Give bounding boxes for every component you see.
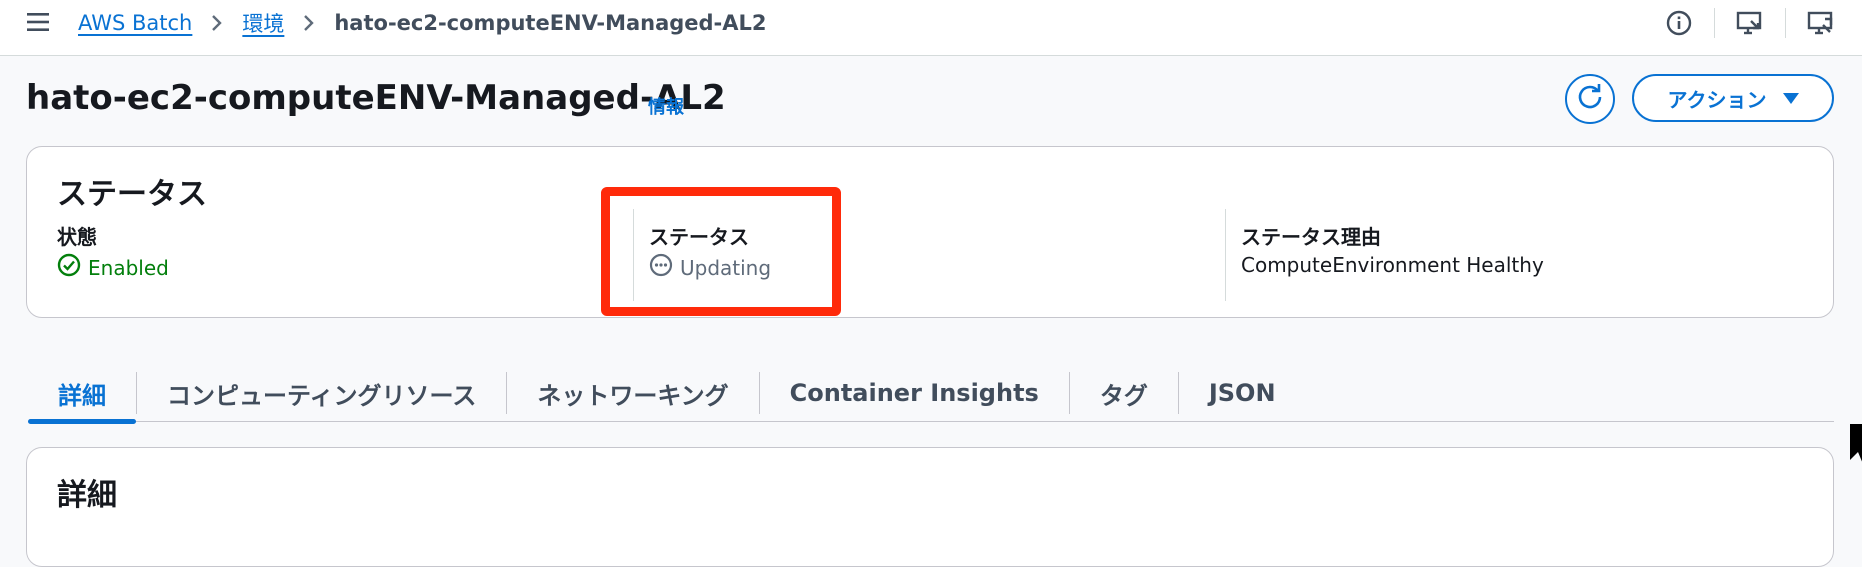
status-reason-text: ComputeEnvironment Healthy: [1241, 253, 1544, 277]
tab-networking[interactable]: ネットワーキング: [507, 366, 758, 420]
status-reason-value: ComputeEnvironment Healthy: [1241, 253, 1544, 277]
check-circle-icon: [57, 253, 81, 282]
page-title: hato-ec2-computeENV-Managed-AL2: [26, 78, 726, 118]
tab-container-insights[interactable]: Container Insights: [760, 366, 1069, 420]
menu-icon[interactable]: [26, 10, 50, 34]
status-panel: ステータス 状態 Enabled ステータス Updating ステータス理由 …: [26, 146, 1834, 318]
breadcrumb-aws-batch[interactable]: AWS Batch: [78, 11, 192, 35]
info-link[interactable]: 情報: [648, 93, 684, 119]
highlight-annotation: [601, 187, 841, 316]
actions-label: アクション: [1667, 87, 1767, 112]
monitor-icon[interactable]: [1806, 8, 1836, 38]
details-panel-title: 詳細: [57, 478, 117, 513]
status-reason-field: ステータス理由 ComputeEnvironment Healthy: [1241, 221, 1544, 277]
breadcrumb-current: hato-ec2-computeENV-Managed-AL2: [334, 11, 767, 35]
state-value: Enabled: [57, 253, 169, 282]
mouse-cursor-icon: [1849, 424, 1862, 468]
breadcrumb-environments[interactable]: 環境: [242, 8, 284, 38]
tab-tags[interactable]: タグ: [1070, 366, 1178, 420]
state-field: 状態 Enabled: [57, 221, 169, 282]
monitor-icon[interactable]: [1735, 8, 1765, 38]
status-panel-title: ステータス: [57, 177, 207, 212]
toolbar-divider: [1785, 8, 1786, 38]
top-toolbar: [1664, 8, 1836, 38]
breadcrumb: AWS Batch 環境 hato-ec2-computeENV-Managed…: [78, 9, 767, 37]
info-icon[interactable]: [1664, 8, 1694, 38]
tab-bar: 詳細 コンピューティングリソース ネットワーキング Container Insi…: [28, 366, 1834, 424]
tab-compute-resources[interactable]: コンピューティングリソース: [137, 366, 506, 420]
status-reason-label: ステータス理由: [1241, 225, 1381, 249]
top-bar: AWS Batch 環境 hato-ec2-computeENV-Managed…: [0, 0, 1862, 56]
state-label: 状態: [57, 225, 97, 249]
caret-down-icon: [1782, 92, 1799, 104]
details-panel: 詳細: [26, 447, 1834, 567]
tab-json[interactable]: JSON: [1179, 366, 1306, 420]
refresh-icon: [1576, 83, 1604, 115]
chevron-right-icon: [302, 13, 316, 33]
actions-button[interactable]: アクション: [1632, 74, 1834, 122]
chevron-right-icon: [210, 13, 224, 33]
toolbar-divider: [1714, 8, 1715, 38]
state-value-text: Enabled: [88, 255, 169, 280]
refresh-button[interactable]: [1565, 74, 1615, 124]
column-divider: [1225, 209, 1226, 301]
tab-details[interactable]: 詳細: [28, 366, 136, 424]
